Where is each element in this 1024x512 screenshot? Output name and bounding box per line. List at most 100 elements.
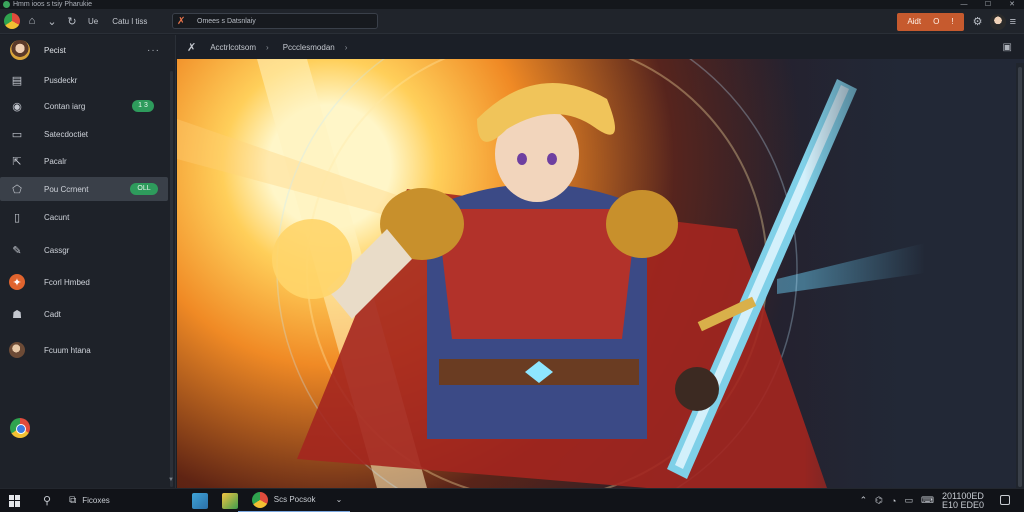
breadcrumb-item[interactable]: Pccclesmodan	[283, 43, 335, 52]
hero-artwork-image	[177, 59, 1024, 488]
title-bar: Hmm ioos s tsiy Pharukie — ☐ ✕	[0, 0, 1024, 9]
chevron-down-icon[interactable]: ⌄	[336, 495, 343, 504]
sidebar-item-label: Cadt	[44, 309, 61, 319]
right-eye	[547, 153, 557, 165]
refresh-icon[interactable]: ↻	[64, 13, 80, 29]
maximize-button[interactable]: ☐	[976, 0, 1000, 9]
active-app-label: Scs Pocsok	[273, 495, 316, 504]
sidebar-item-label: Fcuum htana	[44, 345, 91, 355]
window-title: Hmm ioos s tsiy Pharukie	[13, 1, 92, 8]
address-text: Omees s Datsnlaiy	[197, 17, 256, 25]
browser-logo-icon[interactable]	[4, 13, 20, 29]
notification-icon[interactable]	[1000, 495, 1010, 505]
system-tray: ⌃ ⌬ ◔ ▭ ⌨ 201100ED E10 EDE0	[860, 491, 1024, 510]
share-icon: ⇱	[12, 155, 22, 168]
count-badge: 1 3	[132, 100, 154, 112]
sidebar-item-label: Cacunt	[44, 212, 70, 222]
browser-shortcut-icon[interactable]	[10, 418, 30, 438]
main-scrollbar[interactable]	[1016, 63, 1024, 488]
taskbar-search-label[interactable]: Ficoxes	[82, 496, 110, 505]
sidebar-item-label: Satecdoctiet	[44, 129, 89, 139]
clock[interactable]: 201100ED E10 EDE0	[941, 491, 992, 510]
tag-icon: ⬠	[12, 183, 22, 196]
task-view-icon[interactable]: ⧉	[69, 495, 76, 506]
menu-icon[interactable]: ≡	[1010, 16, 1016, 28]
sidebar-item-label: Contan iarg	[44, 101, 86, 111]
sidebar-item-8[interactable]: ✦ Fcorl Hmbed	[0, 270, 168, 294]
sidebar-item-9[interactable]: ☗ Cadt	[0, 302, 168, 326]
battery-icon[interactable]: ▭	[904, 495, 913, 506]
right-pauldron	[606, 190, 678, 258]
start-button[interactable]	[9, 494, 21, 507]
profile-avatar[interactable]	[10, 40, 30, 60]
taskbar: ⚲ ⧉ Ficoxes Scs Pocsok ⌄ ⌃ ⌬ ◔ ▭ ⌨ 20110…	[0, 488, 1024, 512]
language-icon[interactable]: ⌨	[921, 495, 934, 506]
close-button[interactable]: ✕	[1000, 0, 1024, 9]
orange-app-icon: ✦	[9, 274, 25, 290]
avatar[interactable]	[989, 13, 1006, 30]
home-icon[interactable]: ⌂	[24, 13, 40, 29]
clock-date: E10 EDE0	[941, 499, 984, 510]
user-icon: ◉	[12, 100, 22, 113]
action-o-button[interactable]: O	[933, 17, 939, 26]
store-app-icon[interactable]	[221, 492, 238, 509]
site-icon: ✗	[177, 15, 186, 27]
sidebar-item-5[interactable]: ⬠ Pou Ccrnent OLL	[0, 177, 168, 201]
file-explorer-icon[interactable]	[191, 492, 208, 509]
address-bar[interactable]: ✗ Omees s Datsnlaiy	[172, 13, 378, 29]
left-eye	[517, 153, 527, 165]
view-options-icon[interactable]: ▣	[1003, 42, 1012, 53]
window-controls: — ☐ ✕	[952, 0, 1024, 9]
scrollbar-thumb[interactable]	[1018, 67, 1022, 487]
sword-hand	[675, 367, 719, 411]
sidebar-item-10[interactable]: Fcuum htana	[0, 338, 168, 362]
breadcrumb-item[interactable]: Acctrlcotsom	[210, 43, 256, 52]
minimize-button[interactable]: —	[952, 0, 976, 9]
main-content: ✗ Acctrlcotsom › Pccclesmodan › ▣	[177, 35, 1024, 488]
sidebar-item-label: Pusdeckr	[44, 75, 78, 85]
browser-taskbar-icon	[251, 491, 268, 508]
sidebar-header: Pecist ···	[0, 35, 176, 65]
sidebar-item-2[interactable]: ◉ Contan iarg 1 3	[0, 94, 168, 118]
breadcrumb: ✗ Acctrlcotsom › Pccclesmodan › ▣	[177, 35, 1024, 59]
sidebar-item-6[interactable]: ▯ Cacunt	[0, 205, 168, 229]
more-options-icon[interactable]: ···	[147, 45, 160, 56]
chevron-up-icon[interactable]: ⌃	[860, 495, 868, 506]
sidebar-item-4[interactable]: ⇱ Pacalr	[0, 149, 168, 173]
volume-icon[interactable]: ◔	[891, 496, 896, 506]
toolbar-right: Aidt O ! ⚙ ≡	[897, 9, 1024, 34]
sidebar: Pecist ··· ▤ Pusdeckr ◉ Contan iarg 1 3 …	[0, 35, 176, 488]
menu-label[interactable]: Catu l tiss	[112, 17, 147, 26]
network-icon[interactable]: ⌬	[875, 495, 883, 506]
sidebar-item-label: Pacalr	[44, 156, 67, 166]
breadcrumb-separator-icon: ›	[266, 42, 269, 52]
edit-icon: ✎	[12, 244, 22, 257]
chevron-down-icon[interactable]: ⌄	[44, 13, 60, 29]
action-edit-button[interactable]: Aidt	[907, 17, 921, 26]
scroll-down-arrow-icon[interactable]: ▼	[168, 477, 174, 483]
sidebar-item-label: Pou Ccrnent	[44, 184, 89, 194]
action-alert-button[interactable]: !	[951, 17, 953, 26]
file-icon: ▤	[11, 74, 23, 87]
photo-avatar	[9, 342, 25, 358]
active-app-button[interactable]: Scs Pocsok ⌄	[237, 489, 351, 512]
search-icon[interactable]: ⚲	[43, 494, 51, 507]
glowing-hand	[272, 219, 352, 299]
sidebar-scrollbar[interactable]	[170, 71, 173, 487]
robot-icon: ☗	[12, 308, 22, 321]
artwork-fade	[804, 59, 1024, 488]
sidebar-item-label: Fcorl Hmbed	[44, 277, 90, 287]
action-group: Aidt O !	[897, 12, 964, 31]
tab-label[interactable]: Ue	[88, 17, 98, 26]
gear-icon[interactable]: ⚙	[970, 14, 986, 30]
sidebar-item-7[interactable]: ✎ Cassgr	[0, 238, 168, 262]
app-logo-icon	[3, 1, 10, 8]
status-badge: OLL	[130, 183, 158, 195]
doc-icon: ▯	[13, 211, 21, 224]
sidebar-item-3[interactable]: ▭ Satecdoctiet	[0, 122, 168, 146]
sidebar-title: Pecist	[44, 45, 66, 55]
toolbar: ⌂ ⌄ ↻ Ue Catu l tiss ✗ Omees s Datsnlaiy…	[0, 9, 1024, 34]
folder-icon: ▭	[11, 128, 23, 141]
pin-icon[interactable]: ✗	[187, 41, 196, 54]
sidebar-item-1[interactable]: ▤ Pusdeckr	[0, 68, 168, 92]
